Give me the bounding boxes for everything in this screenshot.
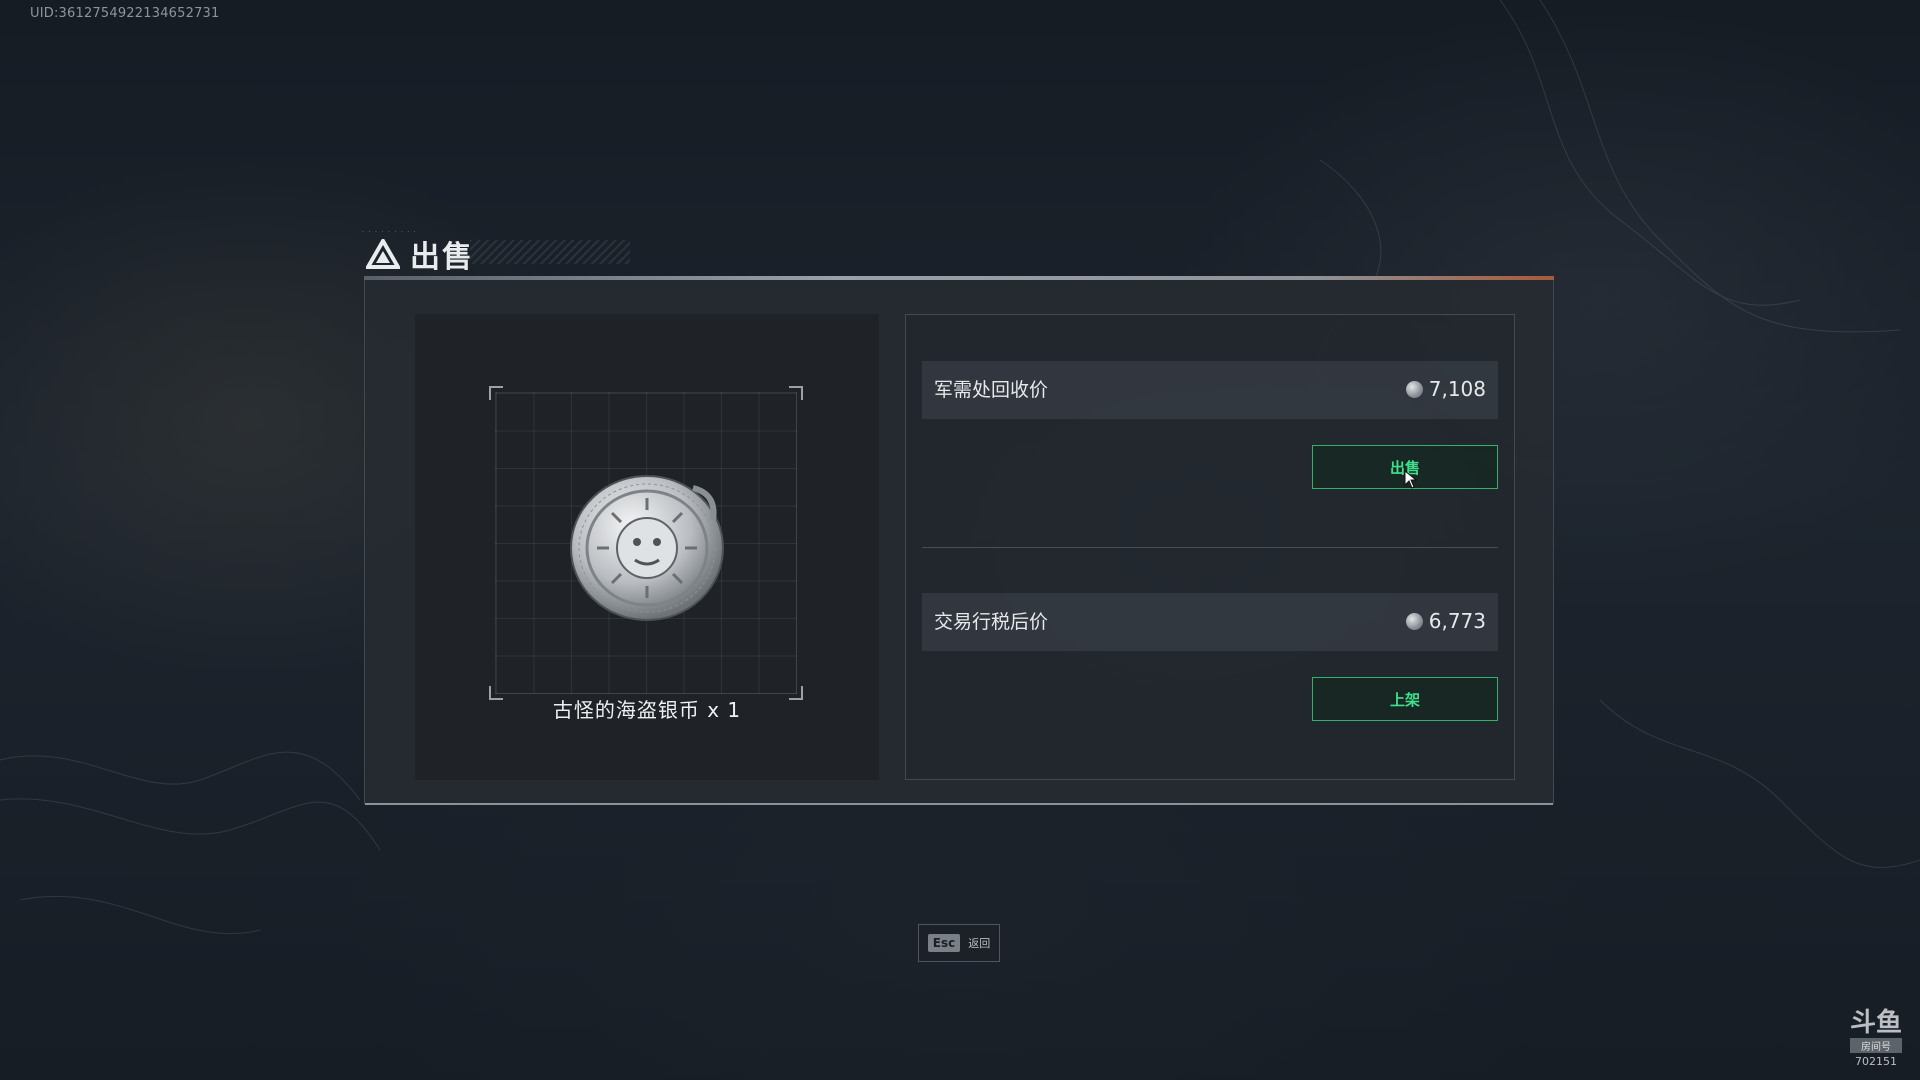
recycle-price-label: 军需处回收价	[934, 379, 1049, 401]
panel-title: 出售	[410, 240, 474, 275]
list-on-market-button[interactable]: 上架	[1312, 677, 1498, 721]
recycle-price-amount: 7,108	[1428, 377, 1486, 401]
sell-panel: 古怪的海盗银币 x 1 军需处回收价 7,108 出售 交易行税后价 6,773…	[364, 280, 1554, 805]
recycle-price-row: 军需处回收价 7,108	[922, 361, 1498, 419]
market-price-value: 6,773	[1405, 609, 1486, 633]
item-preview: 古怪的海盗银币 x 1	[415, 314, 879, 780]
room-number: 702151	[1854, 1055, 1897, 1068]
market-price-amount: 6,773	[1428, 609, 1486, 633]
currency-coin-icon	[1405, 380, 1423, 398]
uid-label: UID:3612754922134652731	[30, 6, 220, 21]
market-price-label: 交易行税后价	[934, 611, 1049, 633]
frame-corner	[489, 386, 503, 400]
back-button[interactable]: Esc 返回	[918, 924, 1000, 962]
room-badge: 房间号	[1849, 1038, 1902, 1053]
recycle-price-value: 7,108	[1405, 377, 1486, 401]
douyu-logo: 斗鱼	[1849, 1008, 1902, 1038]
currency-coin-icon	[1405, 612, 1423, 630]
pirate-silver-coin-image	[570, 475, 724, 621]
market-price-row: 交易行税后价 6,773	[922, 593, 1498, 651]
douyu-watermark: 斗鱼 房间号 702151	[1849, 1008, 1902, 1068]
price-section: 军需处回收价 7,108 出售 交易行税后价 6,773 上架	[905, 314, 1515, 780]
mouse-cursor-icon	[1404, 470, 1418, 489]
frame-corner	[789, 386, 803, 400]
back-label: 返回	[968, 937, 991, 950]
item-name: 古怪的海盗银币 x 1	[552, 698, 742, 722]
section-divider	[922, 547, 1498, 548]
title-hatch-decoration	[470, 240, 630, 264]
triangle-logo-icon	[366, 239, 400, 269]
panel-header: 出售	[366, 232, 474, 276]
esc-key-badge: Esc	[927, 934, 961, 952]
